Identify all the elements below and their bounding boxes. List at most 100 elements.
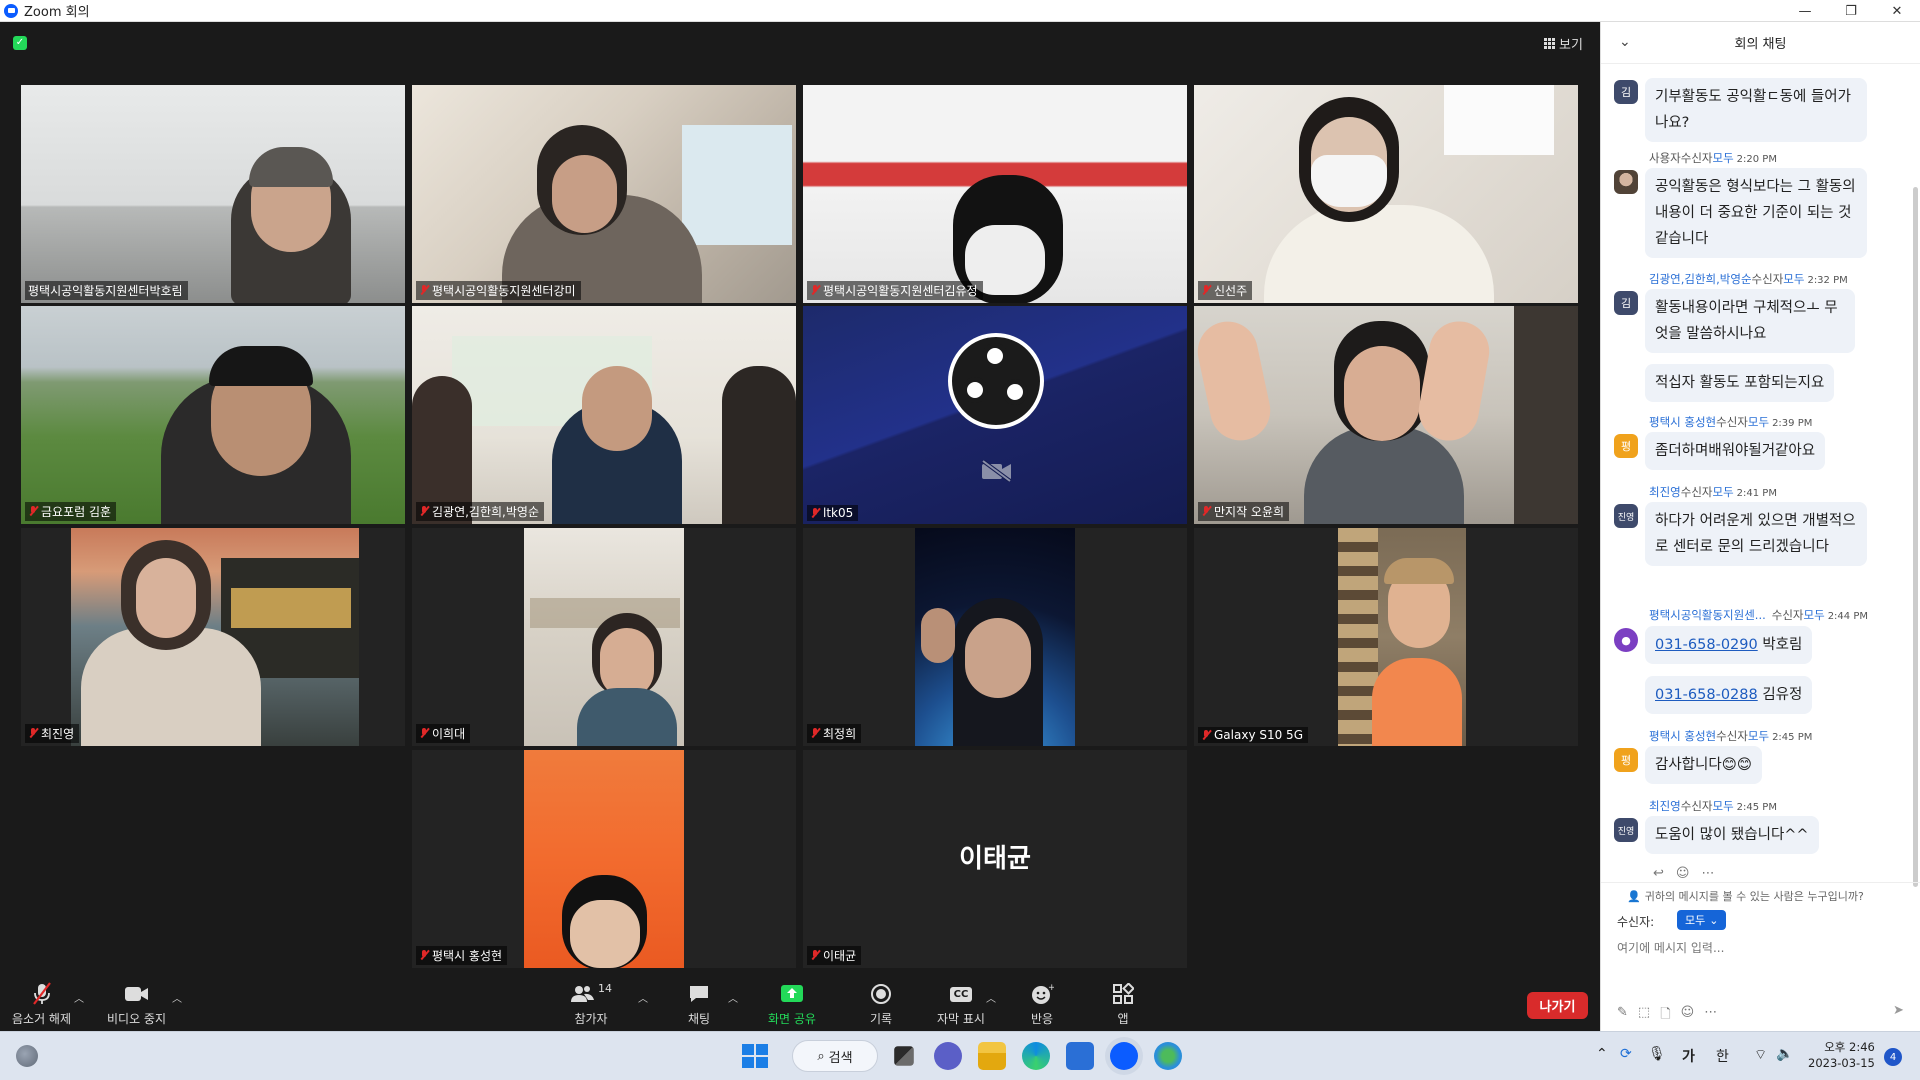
participant-name-tag: 최진영 xyxy=(25,724,80,743)
volume-icon[interactable]: 🔈 xyxy=(1776,1046,1793,1062)
weather-icon[interactable] xyxy=(16,1045,38,1067)
share-screen-button[interactable]: 화면 공유 xyxy=(768,982,816,1027)
phone-link[interactable]: 031-658-0288 xyxy=(1655,687,1758,703)
globe-app-icon[interactable] xyxy=(1154,1042,1182,1070)
video-tile[interactable]: 이희대 xyxy=(412,528,796,746)
phone-link[interactable]: 031-658-0290 xyxy=(1655,637,1758,653)
video-tile[interactable]: 평택시공익활동지원센터강미 xyxy=(412,85,796,303)
chat-title: 회의 채팅 xyxy=(1734,37,1787,52)
windows-start-icon[interactable] xyxy=(740,1042,768,1070)
video-tile[interactable]: 평택시공익활동지원센터김유정 xyxy=(803,85,1187,303)
captions-caret-icon[interactable]: ︿ xyxy=(986,990,996,1005)
captions-icon: CC xyxy=(949,982,973,1006)
muted-mic-icon xyxy=(1201,729,1211,741)
reply-icon[interactable]: ↩ xyxy=(1653,866,1664,881)
recipient: 모두 xyxy=(1747,415,1770,429)
close-icon[interactable]: ✕ xyxy=(1874,0,1920,22)
ime-mode-2[interactable]: 한 xyxy=(1716,1046,1729,1066)
video-tile[interactable]: 신선주 xyxy=(1194,85,1578,303)
avatar: 진영 xyxy=(1614,504,1638,528)
sender-name: 평택시 홍성현 xyxy=(1649,729,1717,743)
participants-caret-icon[interactable]: ︿ xyxy=(638,990,648,1005)
video-tile[interactable]: 금요포럼 김훈 xyxy=(21,306,405,524)
muted-mic-icon xyxy=(28,506,38,517)
chat-message: 도움이 많이 됐습니다^^ xyxy=(1645,816,1819,854)
message-text: 박호림 xyxy=(1762,637,1803,653)
encryption-shield-icon[interactable]: ✓ xyxy=(13,36,27,50)
tray-overflow-icon[interactable]: ⌃ xyxy=(1596,1046,1608,1062)
chat-scrollbar[interactable] xyxy=(1913,187,1918,887)
minimize-icon[interactable]: — xyxy=(1782,0,1828,22)
search-box[interactable]: ⌕ 검색 xyxy=(792,1040,878,1072)
leave-button[interactable]: 나가기 xyxy=(1527,992,1588,1019)
wifi-icon[interactable]: ⌔ xyxy=(1754,1046,1767,1064)
reaction-smiley-icon: + xyxy=(1030,982,1054,1006)
reactions-button[interactable]: + 반응 xyxy=(1030,982,1054,1027)
more-icon[interactable]: ⋯ xyxy=(1704,1005,1717,1027)
taskbar: ⌕ 검색 ⌃ ⟳ 🎙 가 한 ⌔ 🔈 오후 2:46 2023-03-15 4 xyxy=(0,1031,1920,1080)
captions-button[interactable]: CC 자막 표시 xyxy=(937,982,985,1027)
participant-name: 최진영 xyxy=(41,727,75,741)
recipient-value: 모두 xyxy=(1685,914,1706,927)
store-icon[interactable] xyxy=(1066,1042,1094,1070)
chat-caret-icon[interactable]: ︿ xyxy=(728,990,738,1005)
message-input[interactable] xyxy=(1617,937,1907,959)
video-tile[interactable]: 최정희 xyxy=(803,528,1187,746)
file-explorer-icon[interactable] xyxy=(978,1042,1006,1070)
video-tile[interactable]: 최진영 xyxy=(21,528,405,746)
teams-chat-icon[interactable] xyxy=(934,1042,962,1070)
add-reaction-icon[interactable]: ☺ xyxy=(1676,866,1690,881)
sync-icon[interactable]: ⟳ xyxy=(1620,1046,1632,1062)
chat-message: 하다가 어려운게 있으면 개별적으로 센터로 문의 드리겠습니다 xyxy=(1645,502,1867,566)
record-button[interactable]: 기록 xyxy=(870,982,892,1027)
stop-video-button[interactable]: 비디오 중지 xyxy=(107,982,166,1027)
screenshot-icon[interactable]: ⬚ xyxy=(1638,1005,1650,1027)
view-button[interactable]: 보기 xyxy=(1544,34,1583,53)
recipient-select[interactable]: 모두 ⌄ xyxy=(1677,910,1727,930)
chevron-down-icon: ⌄ xyxy=(1709,913,1719,927)
share-screen-icon xyxy=(780,982,804,1006)
audio-options-caret-icon[interactable]: ︿ xyxy=(74,990,84,1005)
captions-icon-text: CC xyxy=(949,986,973,1002)
participant-name-tag: 신선주 xyxy=(1198,281,1253,300)
video-tile[interactable]: 김광연,김한희,박영순 xyxy=(412,306,796,524)
send-icon[interactable]: ➤ xyxy=(1893,1003,1904,1018)
chat-message: 기부활동도 공익활ㄷ동에 들어가나요? xyxy=(1645,78,1867,142)
chevron-down-icon[interactable]: ⌄ xyxy=(1619,34,1631,50)
video-tile[interactable]: Galaxy S10 5G xyxy=(1194,528,1578,746)
video-tile[interactable]: 이태균 이태균 xyxy=(803,750,1187,968)
apps-button[interactable]: 앱 xyxy=(1112,982,1134,1027)
participant-name: 이희대 xyxy=(432,727,466,741)
video-options-caret-icon[interactable]: ︿ xyxy=(172,990,182,1005)
video-tile[interactable]: 평택시 홍성현 xyxy=(412,750,796,968)
video-tile[interactable]: ltk05 xyxy=(803,306,1187,524)
message-meta: 사용자수신자모두 2:20 PM xyxy=(1649,150,1777,166)
timestamp: 2:20 PM xyxy=(1736,154,1777,165)
timestamp: 2:44 PM xyxy=(1827,611,1868,622)
participant-display-name: 이태균 xyxy=(959,844,1031,874)
more-icon[interactable]: ⋯ xyxy=(1701,866,1714,881)
restore-icon[interactable]: ❐ xyxy=(1828,0,1874,22)
emoji-icon[interactable]: ☺ xyxy=(1681,1005,1695,1027)
participant-name-tag: 최정희 xyxy=(807,724,862,743)
chat-button[interactable]: 채팅 xyxy=(688,982,710,1027)
task-view-icon[interactable] xyxy=(894,1046,914,1066)
notifications-badge[interactable]: 4 xyxy=(1884,1048,1902,1066)
file-icon[interactable]: 🗋 xyxy=(1660,1005,1670,1027)
clock[interactable]: 오후 2:46 2023-03-15 xyxy=(1808,1039,1875,1071)
ime-mode-1[interactable]: 가 xyxy=(1682,1046,1695,1066)
zoom-app-icon[interactable] xyxy=(1110,1042,1138,1070)
participants-button[interactable]: 14 참가자 xyxy=(570,982,612,1027)
participant-name: 금요포럼 김훈 xyxy=(41,505,112,519)
video-tile[interactable]: 만지작 오윤희 xyxy=(1194,306,1578,524)
video-tile[interactable]: 평택시공익활동지원센터박호림 xyxy=(21,85,405,303)
participant-name: 평택시공익활동지원센터강미 xyxy=(432,284,576,298)
edge-browser-icon[interactable] xyxy=(1022,1042,1050,1070)
muted-mic-icon xyxy=(419,950,429,961)
svg-text:+: + xyxy=(1048,983,1054,993)
microphone-icon[interactable]: 🎙 xyxy=(1648,1046,1666,1062)
sender-name: 최진영 xyxy=(1649,799,1681,813)
format-icon[interactable]: ✎ xyxy=(1617,1005,1628,1027)
unmute-button[interactable]: 음소거 해제 xyxy=(12,982,71,1027)
participants-count: 14 xyxy=(598,982,612,995)
